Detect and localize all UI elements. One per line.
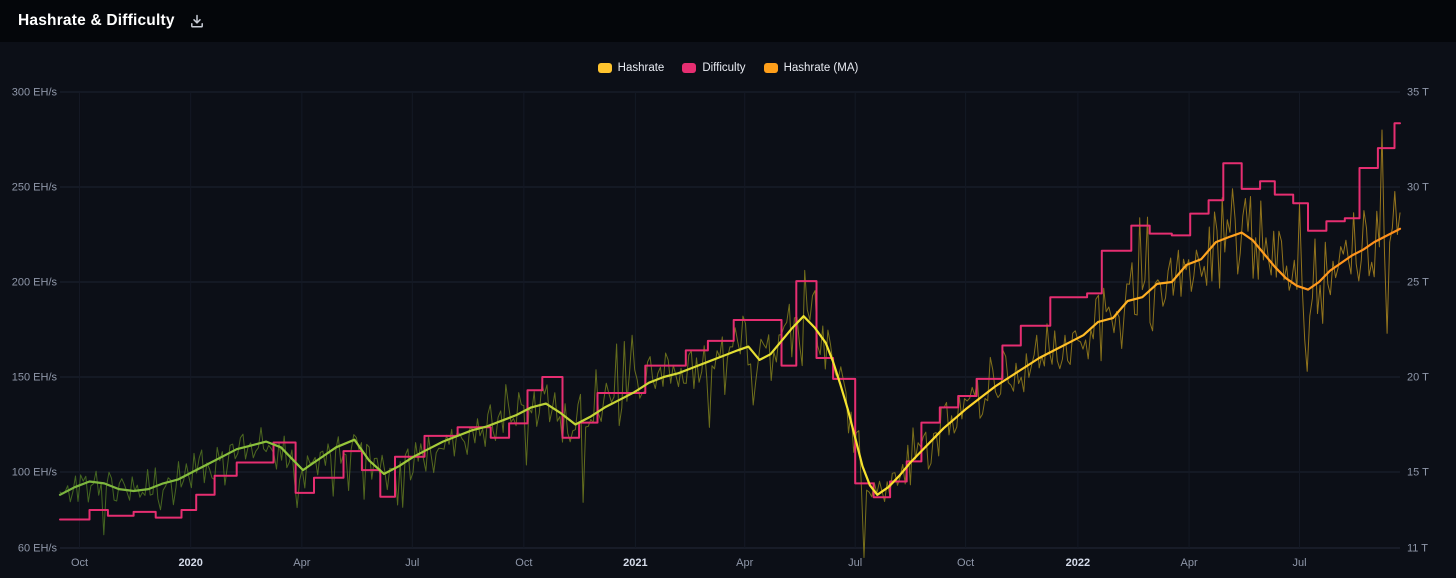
y-left-tick-label: 100 EH/s: [12, 467, 58, 479]
download-icon: [190, 14, 203, 28]
x-tick-label: Jul: [405, 557, 419, 569]
x-tick-label: Jul: [1292, 557, 1306, 569]
chart-area: Hashrate Difficulty Hashrate (MA) 300 EH/s…: [0, 42, 1456, 573]
x-tick-label: Apr: [1180, 557, 1197, 569]
y-right-tick-label: 15 T: [1407, 467, 1429, 479]
y-right-tick-label: 35 T: [1407, 87, 1429, 99]
y-right-tick-label: 11 T: [1407, 543, 1428, 555]
y-left-tick-label: 200 EH/s: [12, 277, 58, 289]
legend: Hashrate Difficulty Hashrate (MA): [0, 62, 1456, 74]
y-left-tick-label: 150 EH/s: [12, 372, 58, 384]
app-root: Hashrate & Difficulty Hashrate Difficulty…: [0, 0, 1456, 573]
legend-item-hashrate[interactable]: Hashrate: [597, 62, 665, 74]
series-hashrate_raw-path: [59, 129, 1401, 558]
legend-swatch-hashrate: [597, 63, 612, 73]
x-tick-label: 2021: [623, 557, 647, 569]
x-tick-label: Oct: [515, 557, 532, 569]
chart-header: Hashrate & Difficulty: [0, 0, 1456, 42]
legend-label: Hashrate: [617, 62, 665, 74]
y-left-tick-label: 60 EH/s: [18, 543, 58, 555]
legend-label: Difficulty: [702, 62, 746, 74]
series-hashrate_ma-path: [58, 227, 1402, 496]
series-difficulty-path: [59, 122, 1401, 521]
legend-label: Hashrate (MA): [783, 62, 859, 74]
x-tick-label: Apr: [293, 557, 310, 569]
x-tick-label: 2022: [1066, 557, 1090, 569]
y-right-tick-label: 20 T: [1407, 372, 1429, 384]
legend-swatch-hashrate-ma: [763, 63, 778, 73]
legend-item-hashrate-ma[interactable]: Hashrate (MA): [763, 62, 859, 74]
y-left-tick-label: 250 EH/s: [12, 182, 58, 194]
y-right-tick-label: 30 T: [1407, 182, 1429, 194]
y-left-tick-label: 300 EH/s: [12, 87, 58, 99]
legend-swatch-difficulty: [682, 63, 697, 73]
chart-svg[interactable]: 300 EH/s 250 EH/s 200 EH/s 150 EH/s 100 EH/s…: [0, 42, 1456, 573]
x-tick-label: Jul: [848, 557, 862, 569]
x-tick-label: Oct: [957, 557, 974, 569]
legend-item-difficulty[interactable]: Difficulty: [682, 62, 746, 74]
page-title: Hashrate & Difficulty: [18, 12, 175, 29]
x-tick-label: Oct: [71, 557, 88, 569]
x-tick-label: Apr: [736, 557, 753, 569]
y-right-tick-label: 25 T: [1407, 277, 1429, 289]
download-button[interactable]: [187, 11, 207, 31]
x-tick-label: 2020: [178, 557, 202, 569]
